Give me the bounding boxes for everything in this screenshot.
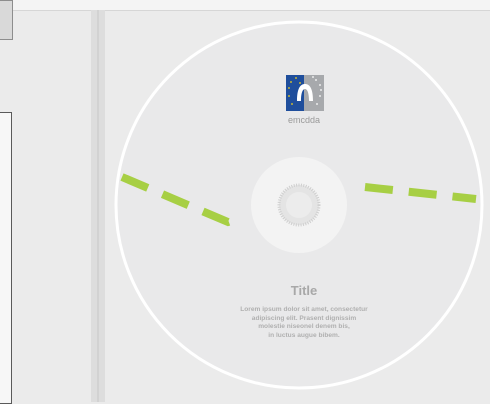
disc-body-line: in luctus augue bibem. (268, 331, 340, 339)
disc-body-text: Lorem ipsum dolor sit amet, consectetur … (218, 306, 390, 340)
disc-body-line: Lorem ipsum dolor sit amet, consectetur (240, 306, 368, 313)
emcdda-logo-icon (286, 75, 324, 111)
disc-title: Title (290, 283, 318, 298)
logo-wordmark: emcdda (287, 115, 321, 125)
cd-disc-artwork (114, 20, 484, 390)
disc-body-line: molestie niseonel denem bis, (258, 323, 350, 331)
cd-hub-center (286, 192, 312, 218)
disc-body-line: adipiscing elit. Prasent dignissim (251, 314, 357, 322)
